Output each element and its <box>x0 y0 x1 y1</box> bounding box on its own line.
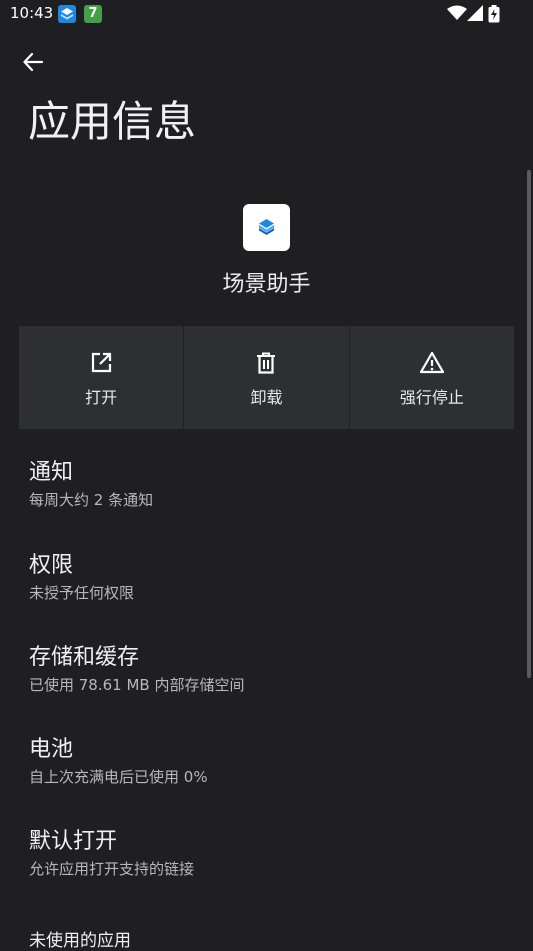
settings-item-title: 电池 <box>29 737 74 762</box>
open-button[interactable]: 打开 <box>19 326 184 429</box>
app-notification-icon <box>58 5 76 23</box>
settings-item-title: 通知 <box>29 460 74 485</box>
app-icon <box>243 204 290 251</box>
settings-item-subtitle: 已使用 78.61 MB 内部存储空间 <box>29 676 245 694</box>
uninstall-button[interactable]: 卸载 <box>184 326 349 429</box>
force-stop-button[interactable]: 强行停止 <box>349 326 514 429</box>
force-stop-button-label: 强行停止 <box>399 388 464 407</box>
seven-badge-icon: 7 <box>84 5 102 23</box>
wifi-icon <box>447 5 467 20</box>
settings-item-subtitle: 自上次充满电后已使用 0% <box>29 768 208 786</box>
settings-item-unused-apps[interactable]: 未使用的应用 <box>29 926 131 951</box>
open-external-icon <box>92 352 112 373</box>
settings-item-storage[interactable]: 存储和缓存 已使用 78.61 MB 内部存储空间 <box>29 644 244 695</box>
settings-item-title: 权限 <box>29 553 74 578</box>
settings-item-subtitle: 允许应用打开支持的链接 <box>29 860 195 878</box>
badge-text: 7 <box>88 6 98 21</box>
page-title: 应用信息 <box>28 97 197 146</box>
open-button-label: 打开 <box>85 388 118 407</box>
battery-charging-icon <box>488 5 500 23</box>
settings-item-notifications[interactable]: 通知 每周大约 2 条通知 <box>29 459 153 510</box>
warning-icon <box>419 351 444 374</box>
trash-icon <box>257 352 276 374</box>
arrow-back-icon <box>23 52 44 72</box>
settings-item-title: 默认打开 <box>29 829 118 854</box>
settings-item-subtitle: 未授予任何权限 <box>29 584 135 602</box>
status-time: 10:43 <box>10 4 54 22</box>
layers-icon <box>259 219 274 235</box>
settings-item-subtitle: 每周大约 2 条通知 <box>29 491 154 509</box>
app-name: 场景助手 <box>222 272 311 297</box>
signal-icon <box>467 5 483 21</box>
action-buttons: 打开 卸载 强行停止 <box>19 326 514 429</box>
uninstall-button-label: 卸载 <box>250 388 283 407</box>
settings-item-title: 未使用的应用 <box>29 931 131 951</box>
settings-item-battery[interactable]: 电池 自上次充满电后已使用 0% <box>29 736 208 787</box>
back-button[interactable] <box>14 45 52 79</box>
settings-item-permissions[interactable]: 权限 未授予任何权限 <box>29 552 134 603</box>
settings-item-title: 存储和缓存 <box>29 645 140 670</box>
settings-item-open-by-default[interactable]: 默认打开 允许应用打开支持的链接 <box>29 828 194 879</box>
status-bar: 10:43 7 <box>0 0 533 30</box>
scrollbar[interactable] <box>527 170 531 678</box>
